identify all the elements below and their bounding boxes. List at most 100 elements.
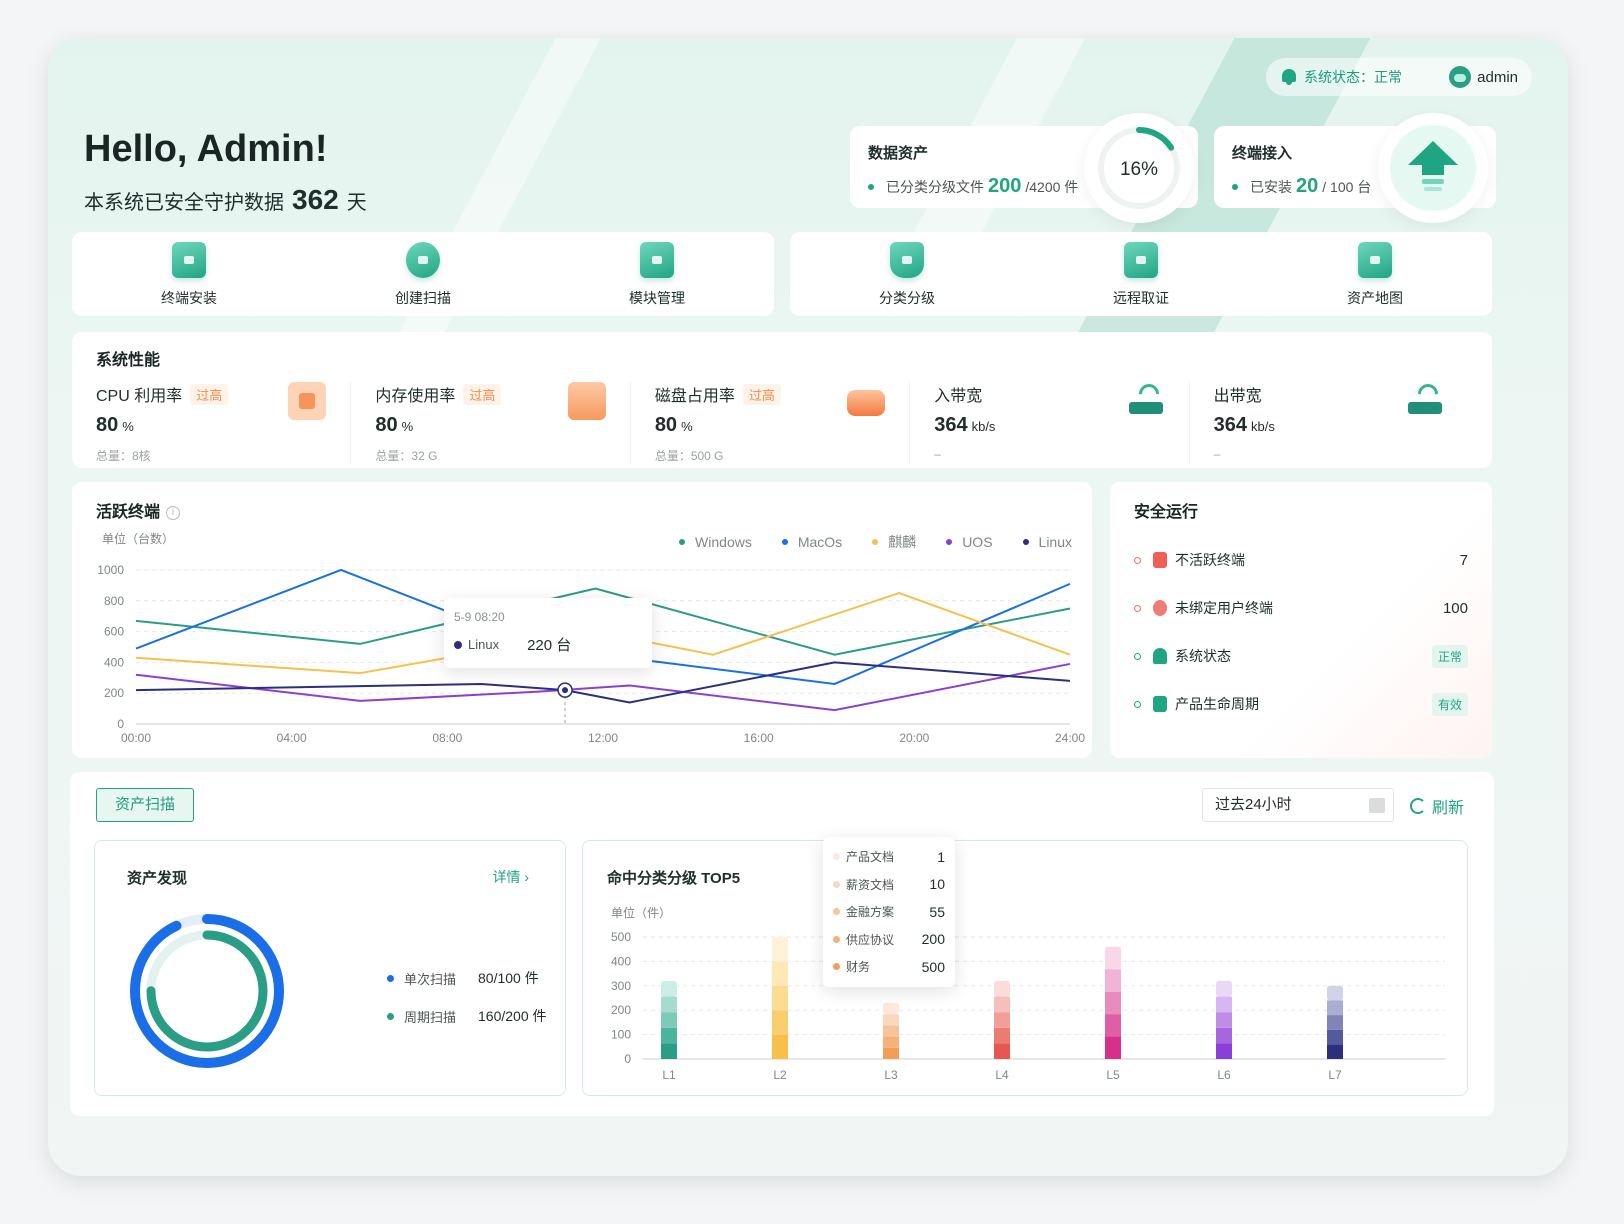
bar-tooltip-row: 供应协议 200 [833,926,945,954]
bar-segment[interactable] [1327,1000,1343,1016]
bar-segment[interactable] [883,1002,899,1015]
bullet-dot [1232,184,1238,190]
metric-outbound-bandwidth: 出带宽 364 kb/s – [1188,382,1468,464]
bar-segment[interactable] [661,1043,677,1059]
security-list: 不活跃终端 7 未绑定用户终端 100 系统状态 正常 产品生命周期 有效 [1134,536,1468,728]
tooltip-dot [833,963,840,971]
scan-legend-label: 周期扫描 [404,1009,457,1025]
bar-tooltip-row: 财务 500 [833,953,945,981]
tab-asset-scan[interactable]: 资产扫描 [96,788,194,822]
bar-y-tick-label: 400 [611,954,631,968]
bar-segment[interactable] [1216,1043,1232,1059]
arrow-bar [1424,187,1442,191]
monitor-icon [1124,242,1158,278]
y-tick-label: 200 [104,686,124,700]
y-tick-label: 400 [104,655,124,669]
bullet-dot [868,184,874,190]
quick-action-asset-map[interactable]: 资产地图 [1258,232,1492,316]
security-item-label: 产品生命周期 [1175,696,1259,712]
bookmark-icon [890,242,924,278]
tooltip-value: 1 [937,848,945,865]
bar-segment[interactable] [661,1012,677,1028]
quick-action-scan[interactable]: 创建扫描 [306,232,540,316]
bar-segment[interactable] [1216,980,1232,997]
bar-segment[interactable] [1105,946,1121,970]
tooltip-dot [833,880,840,888]
bar-segment[interactable] [994,996,1010,1013]
bar-segment[interactable] [661,996,677,1013]
donut-arc [130,914,284,1068]
bar-segment[interactable] [1216,1027,1232,1044]
progress-ring-svg: 16% [1098,127,1180,209]
quick-action-install[interactable]: 终端安装 [72,232,306,316]
x-tick-label: 08:00 [432,731,462,745]
memory-icon [567,382,606,420]
bar-segment[interactable] [1105,1014,1121,1037]
security-item-value: 7 [1459,551,1468,569]
bar-x-tick-label: L2 [773,1068,787,1082]
bar-segment[interactable] [994,980,1010,997]
bar-segment[interactable] [1327,1015,1343,1030]
quick-action-module[interactable]: 模块管理 [540,232,774,316]
warning-badge: 过高 [742,383,781,405]
metric-total: 总量：32 G [375,449,438,463]
bar-segment[interactable] [772,937,788,962]
bar-segment[interactable] [883,1047,899,1059]
warning-badge: 过高 [190,383,229,405]
bar-segment[interactable] [1105,969,1121,992]
bar-segment[interactable] [1327,985,1343,1001]
scan-legend-item: 单次扫描 80/100 件 [387,959,547,997]
bar-segment[interactable] [661,1027,677,1044]
detail-link[interactable]: 详情 › [492,867,529,887]
metric-disk: 磁盘占用率 过高 80% 总量：500 G [629,382,909,464]
bar-segment[interactable] [661,980,677,997]
bar-segment[interactable] [1216,996,1232,1013]
security-item-lifecycle[interactable]: 产品生命周期 有效 [1134,680,1468,728]
time-range-select[interactable]: 过去24小时 [1202,788,1394,822]
performance-metrics: CPU 利用率 过高 80% 总量：8核 内存使用率 过高 80% 总量：32 G … [96,382,1468,464]
quick-action-forensics[interactable]: 远程取证 [1024,232,1258,316]
user-menu[interactable]: admin [1449,66,1518,88]
bar-segment[interactable] [1105,1036,1121,1059]
bar-segment[interactable] [994,1027,1010,1044]
quick-action-label: 远程取证 [1113,290,1169,306]
bar-segment[interactable] [1216,1012,1232,1028]
quick-action-classify[interactable]: 分类分级 [790,232,1024,316]
refresh-label: 刷新 [1432,800,1465,817]
metric-total: 总量：8核 [96,449,151,463]
dashboard-frame: Hello, Admin! 本系统已安全守护数据 362 天 系统状态：正常 adm… [48,38,1568,1176]
refresh-button[interactable]: 刷新 [1410,794,1464,818]
arrow-icon-svg [1408,141,1458,191]
security-item-inactive[interactable]: 不活跃终端 7 [1134,536,1468,584]
scan-icon [406,242,440,278]
protection-text: 本系统已安全守护数据 [84,192,284,214]
metric-total: – [1213,447,1221,461]
bar-segment[interactable] [772,985,788,1011]
bar-segment[interactable] [994,1012,1010,1028]
time-range-value: 过去24小时 [1215,796,1292,813]
bar-x-tick-label: L5 [1106,1068,1120,1082]
security-item-system-status[interactable]: 系统状态 正常 [1134,632,1468,680]
security-item-unbound[interactable]: 未绑定用户终端 100 [1134,584,1468,632]
bar-y-tick-label: 500 [611,930,631,944]
bar-segment[interactable] [1327,1029,1343,1045]
bar-segment[interactable] [883,1025,899,1037]
disk-icon [847,390,886,416]
ring-percent-label: 16% [1120,159,1158,180]
bar-segment[interactable] [994,1043,1010,1059]
bar-segment[interactable] [772,1034,788,1059]
bar-segment[interactable] [772,1010,788,1035]
bar-y-tick-label: 300 [611,979,631,993]
bar-segment[interactable] [883,1036,899,1048]
bar-segment[interactable] [772,961,788,986]
bar-segment[interactable] [1105,991,1121,1015]
data-assets-label: 已分类分级文件 [886,179,984,195]
bar-segment[interactable] [1327,1044,1343,1059]
quick-action-label: 终端安装 [161,290,217,306]
system-status[interactable]: 系统状态：正常 [1280,67,1402,87]
x-tick-label: 12:00 [588,731,618,745]
metric-value: 80 [96,414,119,436]
bar-segment[interactable] [883,1014,899,1026]
x-tick-label: 24:00 [1055,731,1085,745]
metric-value: 80 [375,414,398,436]
